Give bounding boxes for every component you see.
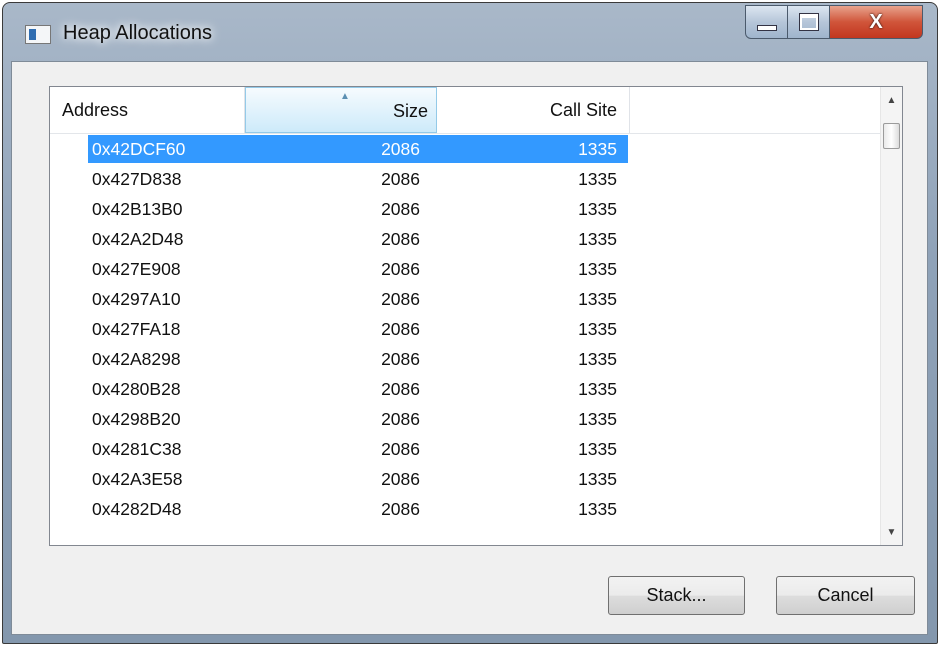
column-header-call-site[interactable]: Call Site [437,87,630,133]
sort-ascending-icon: ▲ [340,91,350,102]
cell-address: 0x4297A10 [92,289,181,309]
cell-size: 2086 [381,409,420,429]
table-row[interactable]: 0x427FA18 2086 1335 [50,314,882,344]
cell-call-site: 1335 [578,319,617,339]
cancel-button[interactable]: Cancel [776,576,915,615]
minimize-icon [756,25,777,31]
app-icon [25,25,51,44]
window-title: Heap Allocations [63,22,212,44]
column-header-address[interactable]: Address [50,87,245,133]
column-header-size-label: Size [392,101,428,121]
cell-address: 0x4282D48 [92,499,182,519]
cell-call-site: 1335 [578,409,617,429]
cell-address: 0x427E908 [92,259,181,279]
table-row[interactable]: 0x4280B28 2086 1335 [50,374,882,404]
scroll-up-arrow-icon[interactable]: ▲ [881,89,902,111]
cell-address: 0x42DCF60 [92,139,186,159]
cell-call-site: 1335 [578,499,617,519]
cell-size: 2086 [381,169,420,189]
cell-call-site: 1335 [578,289,617,309]
scroll-down-arrow-icon[interactable]: ▼ [881,521,902,543]
cell-size: 2086 [381,259,420,279]
cell-size: 2086 [381,319,420,339]
cell-address: 0x427FA18 [92,319,181,339]
cell-size: 2086 [381,289,420,309]
scrollbar-thumb[interactable] [883,123,900,149]
cell-size: 2086 [381,229,420,249]
cell-call-site: 1335 [578,469,617,489]
cell-call-site: 1335 [578,139,617,159]
cell-address: 0x427D838 [92,169,182,189]
cell-address: 0x42A3E58 [92,469,183,489]
vertical-scrollbar[interactable]: ▲ ▼ [880,87,902,545]
cell-call-site: 1335 [578,439,617,459]
table-row[interactable]: 0x42A8298 2086 1335 [50,344,882,374]
stack-button[interactable]: Stack... [608,576,745,615]
table-row[interactable]: 0x42A2D48 2086 1335 [50,224,882,254]
table-row[interactable]: 0x42A3E58 2086 1335 [50,464,882,494]
cell-call-site: 1335 [578,259,617,279]
cell-size: 2086 [381,439,420,459]
table-row[interactable]: 0x4298B20 2086 1335 [50,404,882,434]
close-icon: X [869,10,883,33]
table-row[interactable]: 0x42DCF60 2086 1335 [50,134,882,164]
close-button[interactable]: X [829,5,923,39]
cell-size: 2086 [381,199,420,219]
cell-address: 0x4280B28 [92,379,181,399]
cell-address: 0x42A8298 [92,349,181,369]
allocations-list[interactable]: Address ▲ Size Call Site 0x42DCF60 2086 13… [49,86,903,546]
list-header: Address ▲ Size Call Site [50,87,882,134]
cell-address: 0x42A2D48 [92,229,184,249]
list-rows: 0x42DCF60 2086 1335 0x427D838 2086 1335 0x42B1… [50,134,882,524]
maximize-button[interactable] [787,5,830,39]
dialog-client-area: Address ▲ Size Call Site 0x42DCF60 2086 13… [11,61,928,635]
cell-size: 2086 [381,469,420,489]
cell-size: 2086 [381,349,420,369]
table-row[interactable]: 0x42B13B0 2086 1335 [50,194,882,224]
heap-allocations-window: Heap Allocations X Address ▲ Size Call S… [2,2,938,644]
cell-size: 2086 [381,499,420,519]
table-row[interactable]: 0x4282D48 2086 1335 [50,494,882,524]
minimize-button[interactable] [745,5,788,39]
table-row[interactable]: 0x427D838 2086 1335 [50,164,882,194]
cell-address: 0x4298B20 [92,409,181,429]
table-row[interactable]: 0x4297A10 2086 1335 [50,284,882,314]
cell-call-site: 1335 [578,199,617,219]
cell-call-site: 1335 [578,379,617,399]
column-header-size[interactable]: ▲ Size [245,87,437,133]
cell-size: 2086 [381,379,420,399]
cell-size: 2086 [381,139,420,159]
cell-call-site: 1335 [578,169,617,189]
cell-call-site: 1335 [578,229,617,249]
maximize-icon [798,13,819,31]
title-bar[interactable]: Heap Allocations X [3,3,937,61]
cell-call-site: 1335 [578,349,617,369]
table-row[interactable]: 0x4281C38 2086 1335 [50,434,882,464]
cell-address: 0x42B13B0 [92,199,183,219]
cell-address: 0x4281C38 [92,439,182,459]
column-header-filler [630,87,882,133]
table-row[interactable]: 0x427E908 2086 1335 [50,254,882,284]
